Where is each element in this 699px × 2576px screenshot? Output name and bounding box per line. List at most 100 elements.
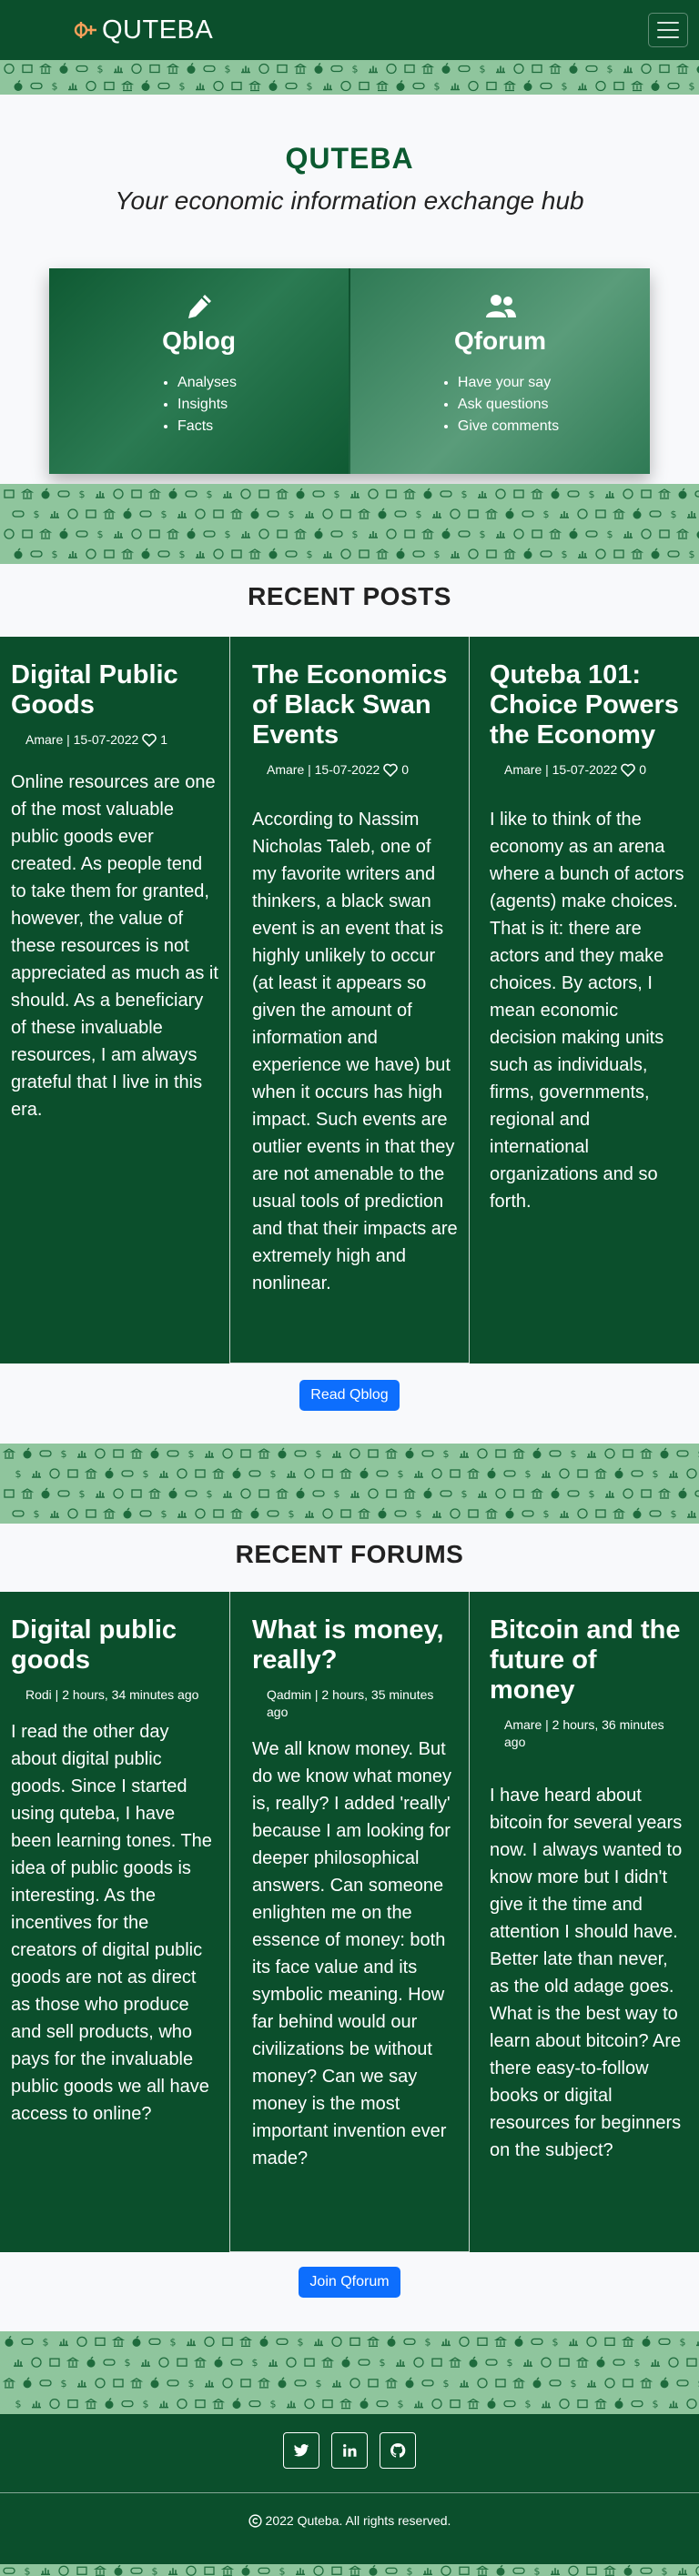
read-qblog-button[interactable]: Read Qblog [299, 1380, 400, 1411]
pattern-glyph [222, 2337, 233, 2347]
pattern-glyph [84, 1468, 98, 1479]
hamburger-menu-icon [657, 22, 679, 24]
qforum-panel[interactable]: Qforum Have your say Ask questions Give … [350, 268, 650, 474]
hamburger-menu-button[interactable] [648, 13, 688, 47]
pattern-glyph [214, 2356, 223, 2368]
heart-icon[interactable] [383, 763, 399, 777]
pattern-glyph [605, 491, 614, 498]
linkedin-button[interactable] [331, 2432, 368, 2469]
post-card[interactable]: The Economics of Black Swan Events Amare… [229, 637, 470, 1363]
pattern-glyph [587, 1451, 596, 1458]
forum-card[interactable]: Digital public goods Rodi | 2 hours, 34 … [0, 1592, 229, 2252]
post-card[interactable]: Digital Public Goods Amare | 15-07-2022 … [0, 637, 229, 1363]
pattern-glyph [548, 528, 562, 539]
svg-text:$: $ [562, 81, 568, 93]
pattern-glyph [414, 2400, 423, 2409]
pattern-glyph [532, 64, 542, 74]
forum-title[interactable]: What is money, really? [252, 1615, 458, 1675]
pattern-glyph [595, 509, 606, 518]
pattern-glyph: $ [571, 1448, 577, 1460]
svg-text:$: $ [279, 2565, 286, 2576]
pattern-glyph: $ [380, 2357, 386, 2369]
pattern-glyph [431, 2398, 442, 2410]
pattern-glyph [612, 1508, 626, 1519]
heart-icon[interactable] [142, 733, 157, 747]
pattern-glyph [659, 64, 670, 74]
pattern-glyph [141, 80, 150, 91]
svg-text:$: $ [52, 548, 58, 560]
pattern-glyph: $ [179, 81, 186, 93]
pattern-glyph [314, 2339, 323, 2347]
pattern-glyph [613, 549, 624, 558]
pattern-glyph [139, 510, 152, 518]
pattern-glyph [340, 80, 351, 92]
pattern-glyph [420, 528, 435, 539]
svg-text:$: $ [416, 508, 422, 520]
pattern-glyph: $ [571, 2378, 577, 2390]
pattern-glyph [322, 2399, 333, 2409]
pattern-glyph [129, 1448, 144, 1459]
svg-text:$: $ [407, 2565, 413, 2576]
github-button[interactable] [380, 2432, 416, 2469]
twitter-button[interactable] [283, 2432, 319, 2469]
qblog-panel[interactable]: Qblog Analyses Insights Facts [49, 268, 350, 474]
svg-text:$: $ [316, 1448, 322, 1460]
pattern-glyph [84, 2398, 98, 2410]
pattern-glyph [59, 528, 68, 539]
pattern-glyph [651, 2360, 660, 2367]
pattern-glyph [469, 2356, 478, 2368]
pattern-glyph [131, 63, 142, 75]
svg-text:$: $ [398, 1468, 404, 1480]
pattern-glyph [466, 1468, 481, 1479]
pattern-glyph [250, 1507, 259, 1519]
pattern-glyph: $ [416, 1508, 422, 1520]
pattern-glyph [259, 2335, 268, 2347]
post-title[interactable]: Quteba 101: Choice Powers the Economy [490, 660, 688, 750]
svg-text:$: $ [270, 2399, 277, 2410]
heart-icon[interactable] [621, 763, 636, 777]
pattern-glyph [413, 2357, 424, 2368]
pattern-glyph [213, 509, 224, 518]
pattern-glyph [139, 1510, 152, 1517]
pattern-glyph [414, 1471, 423, 1478]
post-title[interactable]: The Economics of Black Swan Events [252, 660, 458, 750]
pattern-glyph [623, 1488, 633, 1499]
forum-card[interactable]: Bitcoin and the future of money Amare | … [470, 1592, 699, 2252]
pattern-glyph [512, 2378, 526, 2389]
pattern-glyph [613, 81, 624, 91]
pattern-glyph [559, 1468, 570, 1479]
pattern-glyph [86, 1509, 96, 1518]
pattern-glyph [441, 2339, 451, 2347]
pattern-glyph [605, 1491, 614, 1498]
pattern-glyph [68, 551, 77, 558]
pattern-glyph [495, 1449, 506, 1458]
pattern-glyph: $ [334, 488, 340, 500]
pattern-glyph [257, 2378, 271, 2389]
pattern-glyph [468, 80, 479, 92]
pattern-glyph [421, 2380, 434, 2387]
pattern-glyph [38, 63, 53, 75]
pattern-glyph: $ [443, 1448, 450, 1460]
pattern-glyph [502, 80, 517, 92]
post-author-date: Amare | 15-07-2022 [267, 762, 380, 777]
pattern-glyph [294, 2380, 307, 2387]
pattern-glyph [149, 64, 160, 74]
forum-title[interactable]: Digital public goods [11, 1615, 218, 1675]
pattern-glyph [686, 1468, 697, 1479]
post-card[interactable]: Quteba 101: Choice Powers the Economy Am… [470, 637, 699, 1363]
pattern-glyph [14, 2360, 23, 2367]
pattern-glyph [639, 2378, 653, 2389]
join-qforum-button[interactable]: Join Qforum [299, 2267, 400, 2298]
list-item: Analyses [177, 372, 237, 394]
pattern-glyph [238, 2336, 253, 2347]
forum-card[interactable]: What is money, really? Qadmin | 2 hours,… [229, 1592, 470, 2252]
pattern-glyph [466, 2398, 481, 2410]
pattern-glyph [532, 1447, 542, 1459]
pattern-glyph: $ [225, 528, 231, 540]
svg-text:$: $ [662, 2565, 668, 2576]
forum-title[interactable]: Bitcoin and the future of money [490, 1615, 688, 1706]
post-title[interactable]: Digital Public Goods [11, 660, 218, 720]
pattern-glyph [496, 531, 505, 538]
brand-link[interactable]: QUTEBA [73, 15, 213, 45]
pattern-glyph [495, 2379, 506, 2388]
